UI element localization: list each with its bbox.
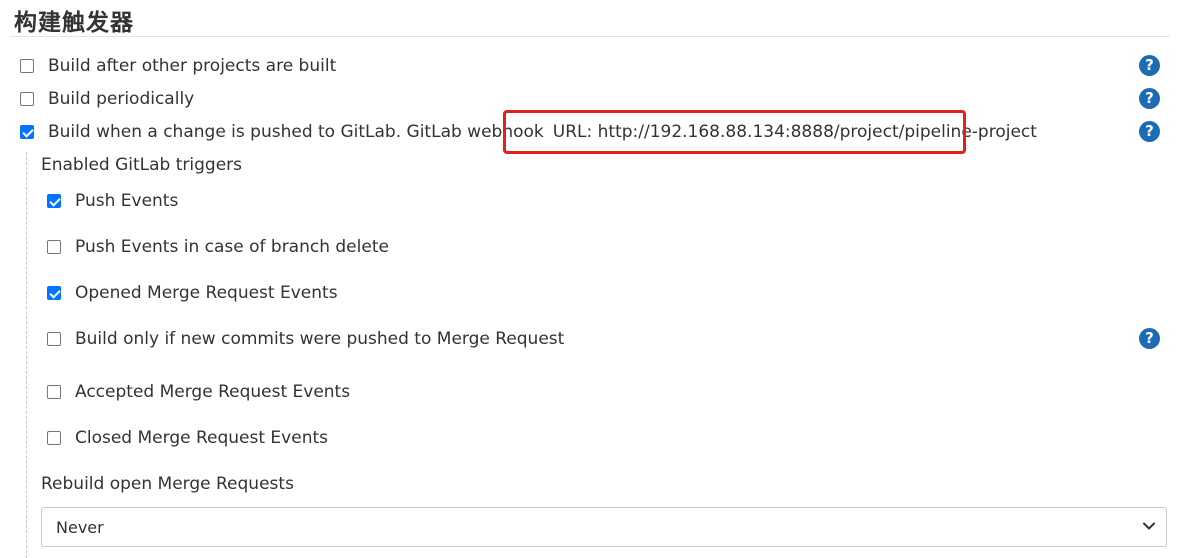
section-title: 构建触发器 bbox=[14, 10, 134, 36]
after-other-projects-checkbox[interactable] bbox=[20, 59, 34, 73]
push-branch-delete-checkbox[interactable] bbox=[47, 240, 61, 254]
nested-options-guide bbox=[26, 152, 27, 558]
help-icon[interactable]: ? bbox=[1139, 55, 1160, 76]
option-push-branch-delete[interactable]: Push Events in case of branch delete bbox=[47, 235, 389, 259]
option-closed-mr[interactable]: Closed Merge Request Events bbox=[47, 426, 328, 450]
closed-mr-label: Closed Merge Request Events bbox=[75, 428, 328, 448]
opened-mr-checkbox[interactable] bbox=[47, 286, 61, 300]
rebuild-mr-selected-value: Never bbox=[56, 517, 104, 537]
opened-mr-label: Opened Merge Request Events bbox=[75, 283, 338, 303]
closed-mr-checkbox[interactable] bbox=[47, 431, 61, 445]
rebuild-mr-label: Rebuild open Merge Requests bbox=[41, 474, 294, 494]
option-only-new-commits[interactable]: Build only if new commits were pushed to… bbox=[47, 327, 564, 351]
periodically-label: Build periodically bbox=[48, 89, 195, 109]
chevron-down-icon bbox=[1143, 522, 1155, 530]
accepted-mr-label: Accepted Merge Request Events bbox=[75, 382, 351, 402]
periodically-checkbox[interactable] bbox=[20, 92, 34, 106]
only-new-commits-checkbox[interactable] bbox=[47, 332, 61, 346]
help-icon[interactable]: ? bbox=[1139, 88, 1160, 109]
help-icon[interactable]: ? bbox=[1139, 328, 1160, 349]
push-events-checkbox[interactable] bbox=[47, 194, 61, 208]
gitlab-push-checkbox[interactable] bbox=[20, 125, 34, 139]
help-icon[interactable]: ? bbox=[1139, 121, 1160, 142]
title-divider bbox=[10, 36, 1170, 37]
push-events-label: Push Events bbox=[75, 191, 179, 211]
url-highlight-box bbox=[503, 110, 966, 154]
option-push-events[interactable]: Push Events bbox=[47, 189, 178, 213]
gitlab-push-label: Build when a change is pushed to GitLab.… bbox=[48, 122, 544, 142]
push-branch-delete-label: Push Events in case of branch delete bbox=[75, 237, 389, 257]
build-triggers-panel: 构建触发器 Build after other projects are bui… bbox=[0, 0, 1177, 558]
trigger-after-other-projects[interactable]: Build after other projects are built bbox=[20, 54, 336, 78]
rebuild-mr-select[interactable]: Never bbox=[41, 507, 1167, 547]
accepted-mr-checkbox[interactable] bbox=[47, 385, 61, 399]
gitlab-triggers-heading: Enabled GitLab triggers bbox=[41, 155, 243, 175]
trigger-periodically[interactable]: Build periodically bbox=[20, 87, 194, 111]
after-other-projects-label: Build after other projects are built bbox=[48, 56, 337, 76]
option-opened-mr[interactable]: Opened Merge Request Events bbox=[47, 281, 338, 305]
option-accepted-mr[interactable]: Accepted Merge Request Events bbox=[47, 380, 350, 404]
only-new-commits-label: Build only if new commits were pushed to… bbox=[75, 329, 565, 349]
